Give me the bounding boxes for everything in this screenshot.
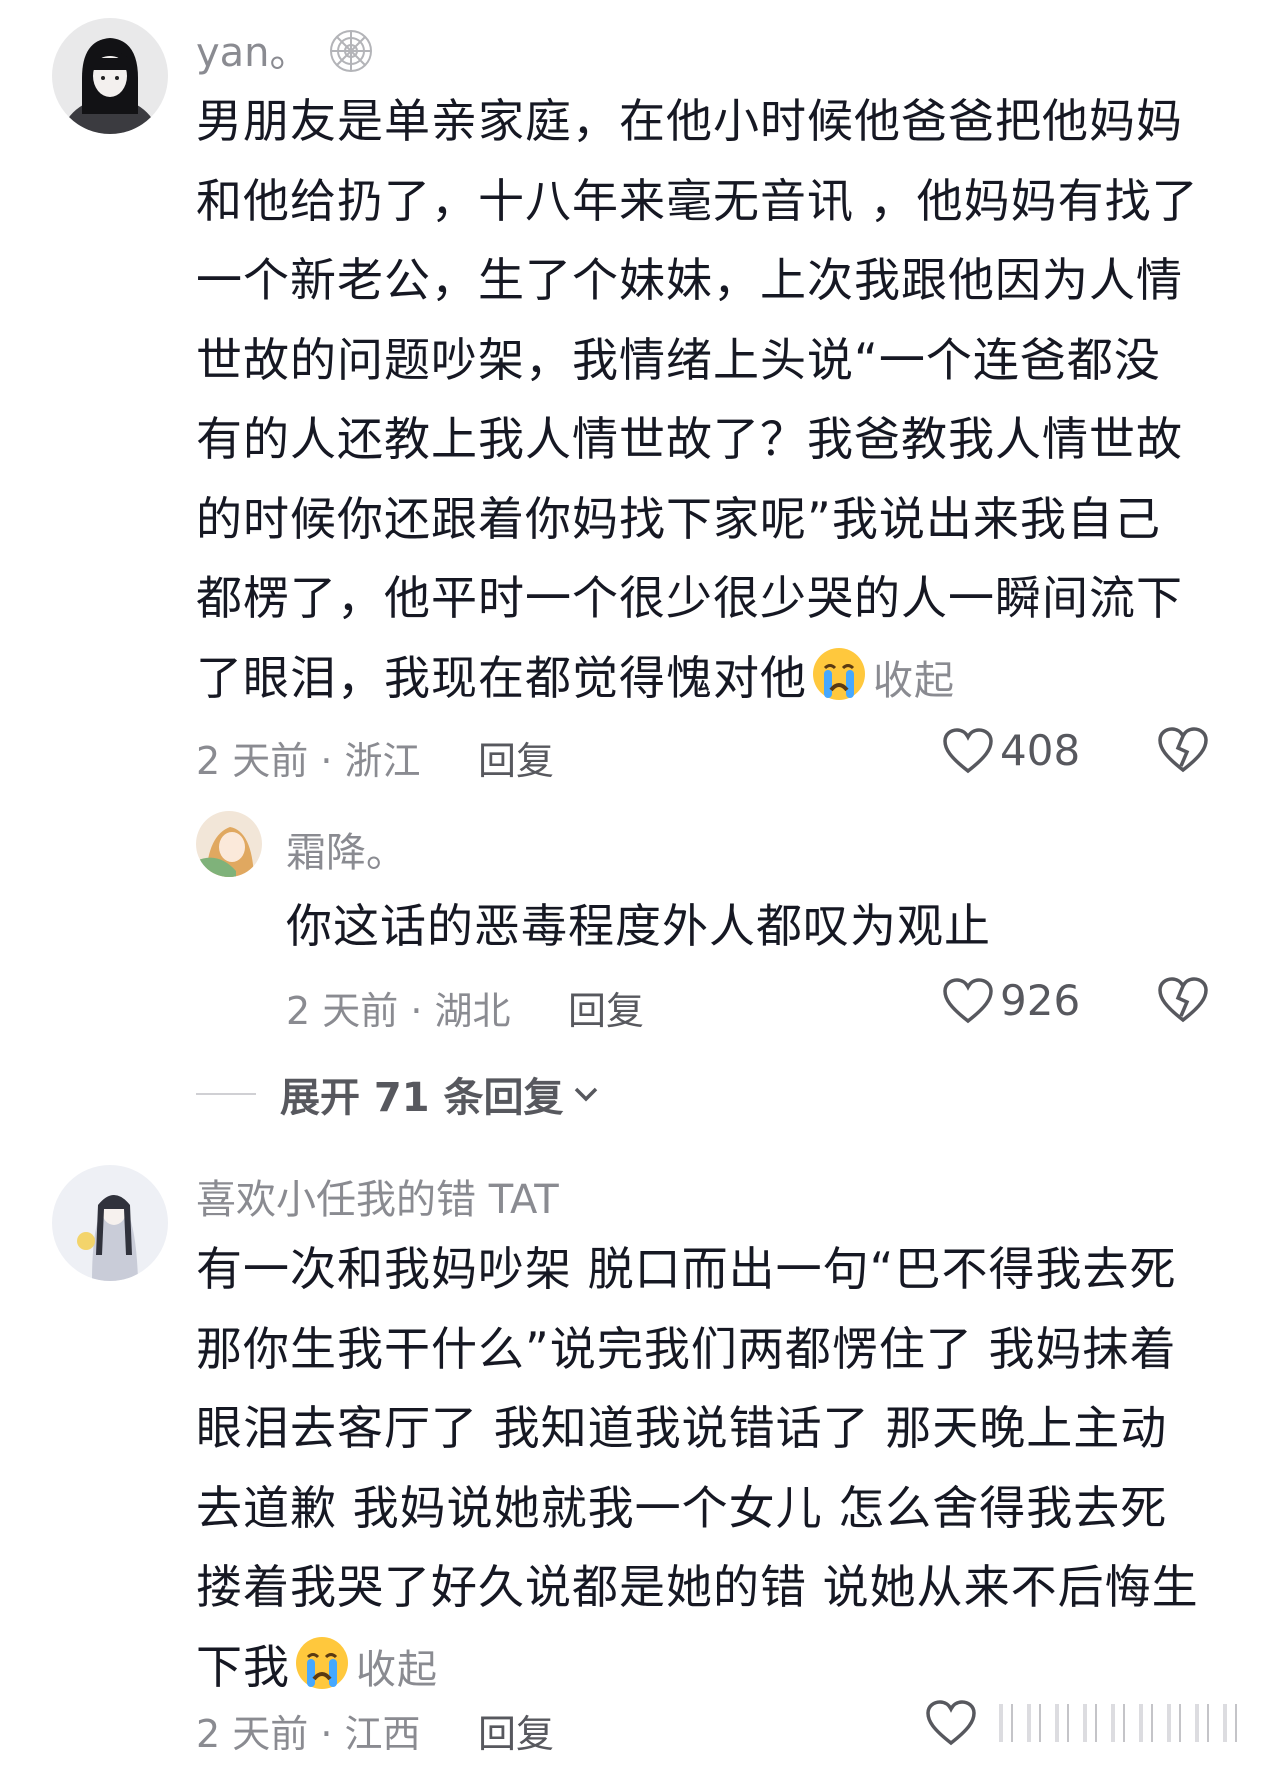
watermark-overlay bbox=[985, 1704, 1240, 1742]
heart-icon bbox=[943, 977, 993, 1023]
like-count: 926 bbox=[1000, 976, 1081, 1025]
crying-face-icon bbox=[294, 1635, 350, 1691]
reply-button[interactable]: 回复 bbox=[568, 980, 644, 1035]
reply-button[interactable]: 回复 bbox=[478, 1703, 554, 1758]
avatar[interactable] bbox=[52, 18, 168, 134]
dislike-button[interactable] bbox=[1157, 976, 1209, 1028]
comment-text: 有一次和我妈吵架 脱口而出一句“巴不得我去死 那你生我干什么”说完我们两都愣住了… bbox=[196, 1242, 1199, 1694]
heart-icon bbox=[926, 1700, 976, 1746]
crying-face-icon bbox=[811, 646, 867, 702]
username[interactable]: 霜降。 bbox=[286, 820, 406, 878]
comment-text: 你这话的恶毒程度外人都叹为观止 bbox=[286, 899, 991, 953]
spiderweb-icon bbox=[328, 28, 374, 84]
like-button[interactable]: 926 bbox=[942, 976, 1080, 1025]
collapse-link[interactable]: 收起 bbox=[356, 1647, 438, 1693]
chevron-down-icon bbox=[574, 1087, 597, 1102]
reply-button[interactable]: 回复 bbox=[478, 730, 554, 785]
broken-heart-icon bbox=[1158, 727, 1208, 773]
like-count: 408 bbox=[1000, 726, 1081, 775]
avatar[interactable] bbox=[196, 811, 262, 877]
collapse-link[interactable]: 收起 bbox=[873, 658, 955, 704]
like-button[interactable] bbox=[925, 1699, 983, 1747]
dislike-button[interactable] bbox=[1157, 726, 1209, 778]
username[interactable]: yan。 bbox=[196, 20, 374, 84]
broken-heart-icon bbox=[1158, 977, 1208, 1023]
expand-replies-button[interactable]: 展开 71 条回复 bbox=[196, 1065, 600, 1123]
timestamp-location: 2 天前 · 江西 bbox=[196, 1712, 421, 1756]
timestamp-location: 2 天前 · 湖北 bbox=[286, 989, 511, 1033]
divider bbox=[196, 1093, 256, 1095]
avatar[interactable] bbox=[52, 1165, 168, 1281]
timestamp-location: 2 天前 · 浙江 bbox=[196, 739, 421, 783]
heart-icon bbox=[943, 727, 993, 773]
comment-text: 男朋友是单亲家庭，在他小时候他爸爸把他妈妈 和他给扔了，十八年来毫无音讯 ，他妈… bbox=[196, 94, 1199, 705]
like-button[interactable]: 408 bbox=[942, 726, 1080, 775]
username[interactable]: 喜欢小任我的错 TAT bbox=[196, 1167, 559, 1225]
